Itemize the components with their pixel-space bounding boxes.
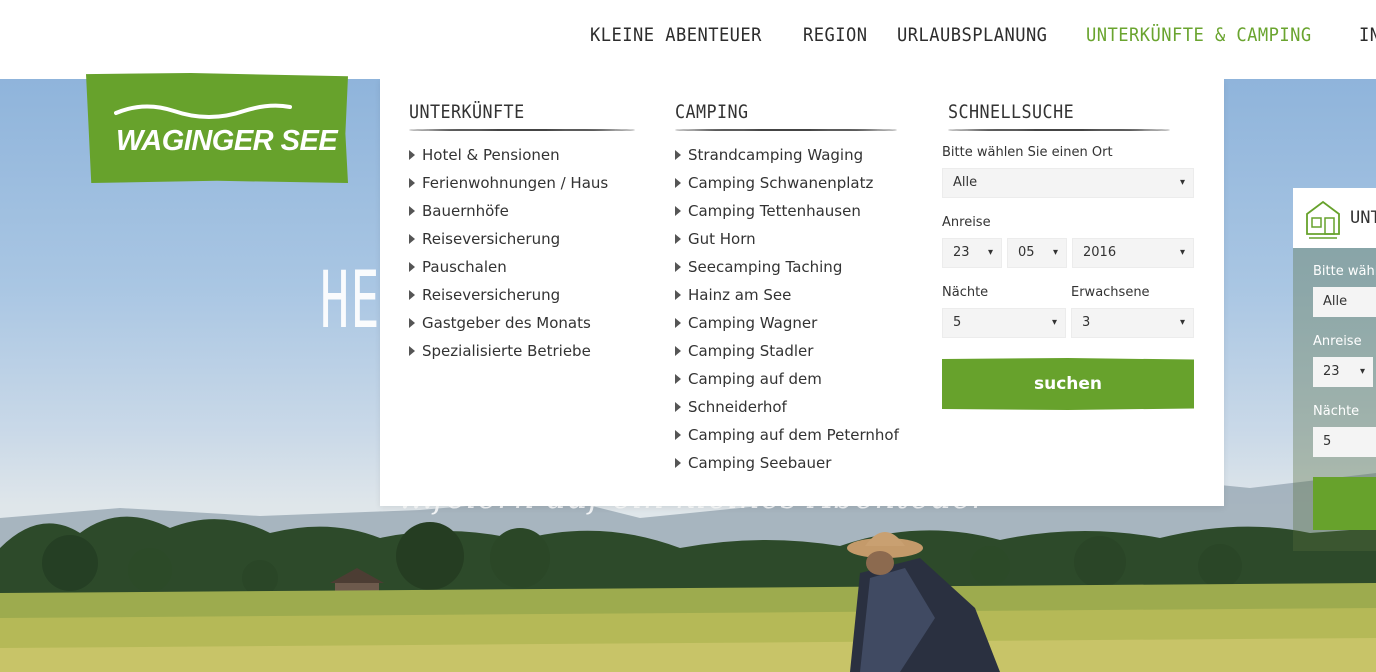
chevron-down-icon: ▾ [1179,177,1185,188]
main-nav: KLEINE ABENTEUER REGION URLAUBSPLANUNG U… [590,24,1376,46]
menu-link[interactable]: Camping Tettenhausen [675,197,897,225]
triangle-right-icon [675,178,681,188]
triangle-right-icon [409,318,415,328]
nav-info[interactable]: INFO [1359,24,1376,46]
menu-link[interactable]: Camping Stadler [675,337,897,365]
logo[interactable]: WAGINGER SEE [86,73,348,183]
logo-wave-icon [114,103,292,119]
triangle-right-icon [409,206,415,216]
top-bar: KLEINE ABENTEUER REGION URLAUBSPLANUNG U… [0,0,1376,79]
unterkuenfte-list: Hotel & Pensionen Ferienwohnungen / Haus… [409,141,635,365]
menu-link[interactable]: Reiseversicherung [409,225,635,253]
menu-link[interactable]: Camping Wagner [675,309,897,337]
menu-link[interactable]: Reiseversicherung [409,281,635,309]
menu-link[interactable]: Hainz am See [675,281,897,309]
triangle-right-icon [675,346,681,356]
heading-divider [675,129,897,131]
day-select[interactable]: 23 ▾ [942,238,1002,268]
heading-camping: CAMPING [675,101,749,123]
column-camping: CAMPING Strandcamping Waging Camping Sch… [675,101,899,477]
menu-link[interactable]: Spezialisierte Betriebe [409,337,635,365]
heading-divider [948,129,1170,131]
menu-link[interactable]: Camping auf dem Peternhof [675,421,899,449]
search-button[interactable]: suchen [942,358,1194,410]
camping-list: Strandcamping Waging Camping Schwanenpla… [675,141,899,477]
menu-link[interactable]: Hotel & Pensionen [409,141,635,169]
triangle-right-icon [409,178,415,188]
chevron-down-icon: ▾ [987,247,993,258]
menu-link[interactable]: Gastgeber des Monats [409,309,635,337]
menu-link[interactable]: Bauernhöfe [409,197,635,225]
widget-title: UNTE [1350,208,1376,228]
heading-unterkuenfte: UNTERKÜNFTE [409,101,525,123]
triangle-right-icon [675,430,681,440]
menu-link[interactable]: Camping Seebauer [675,449,897,477]
heading-divider [409,129,635,131]
nav-kleine-abenteuer[interactable]: KLEINE ABENTEUER [590,24,762,46]
triangle-right-icon [675,290,681,300]
heading-schnellsuche: SCHNELLSUCHE [948,101,1075,123]
logo-text: WAGINGER SEE [116,125,338,157]
side-search-widget: UNTE Bitte wählen Alle Anreise 23▾ Nächt… [1293,188,1376,551]
erwachsene-select[interactable]: 3 ▾ [1071,308,1194,338]
anreise-label: Anreise [942,215,991,230]
chevron-down-icon: ▾ [1052,247,1058,258]
triangle-right-icon [675,402,681,412]
menu-link[interactable]: Camping Schwanenplatz [675,169,897,197]
month-select[interactable]: 05 ▾ [1007,238,1067,268]
menu-link[interactable]: Gut Horn [675,225,897,253]
widget-ort-select[interactable]: Alle [1313,287,1376,317]
ort-select[interactable]: Alle ▾ [942,168,1194,198]
nav-unterkuenfte-camping[interactable]: UNTERKÜNFTE & CAMPING [1086,24,1312,46]
erwachsene-label: Erwachsene [1071,285,1150,300]
triangle-right-icon [675,206,681,216]
menu-link[interactable]: Camping auf dem [675,365,897,393]
triangle-right-icon [675,262,681,272]
menu-link[interactable]: Schneiderhof [675,393,897,421]
triangle-right-icon [675,458,681,468]
hero-title: HE [320,256,381,346]
menu-link[interactable]: Ferienwohnungen / Haus [409,169,635,197]
chevron-down-icon: ▾ [1179,247,1185,258]
triangle-right-icon [675,150,681,160]
widget-ort-label: Bitte wählen [1313,264,1376,279]
triangle-right-icon [675,374,681,384]
widget-naechte-label: Nächte [1313,404,1360,419]
triangle-right-icon [409,262,415,272]
nav-urlaubsplanung[interactable]: URLAUBSPLANUNG [897,24,1047,46]
naechte-select[interactable]: 5 ▾ [942,308,1066,338]
chevron-down-icon: ▾ [1051,317,1057,328]
widget-search-button[interactable] [1313,477,1376,530]
nav-region[interactable]: REGION [803,24,867,46]
chevron-down-icon: ▾ [1179,317,1185,328]
naechte-label: Nächte [942,285,989,300]
widget-anreise-label: Anreise [1313,334,1362,349]
triangle-right-icon [409,290,415,300]
menu-link[interactable]: Seecamping Taching [675,253,897,281]
ort-label: Bitte wählen Sie einen Ort [942,145,1113,160]
column-schnellsuche: SCHNELLSUCHE [948,101,1170,131]
widget-header: UNTE [1293,188,1376,248]
menu-link[interactable]: Pauschalen [409,253,635,281]
triangle-right-icon [675,318,681,328]
mega-menu: UNTERKÜNFTE Hotel & Pensionen Ferienwohn… [380,79,1224,506]
column-unterkuenfte: UNTERKÜNFTE Hotel & Pensionen Ferienwohn… [409,101,635,365]
triangle-right-icon [409,234,415,244]
menu-link[interactable]: Strandcamping Waging [675,141,897,169]
widget-naechte-select[interactable]: 5 [1313,427,1376,457]
triangle-right-icon [675,234,681,244]
chevron-down-icon: ▾ [1359,366,1365,377]
triangle-right-icon [409,346,415,356]
year-select[interactable]: 2016 ▾ [1072,238,1194,268]
triangle-right-icon [409,150,415,160]
house-icon [1306,200,1340,239]
widget-day-select[interactable]: 23 ▾ [1313,357,1373,387]
